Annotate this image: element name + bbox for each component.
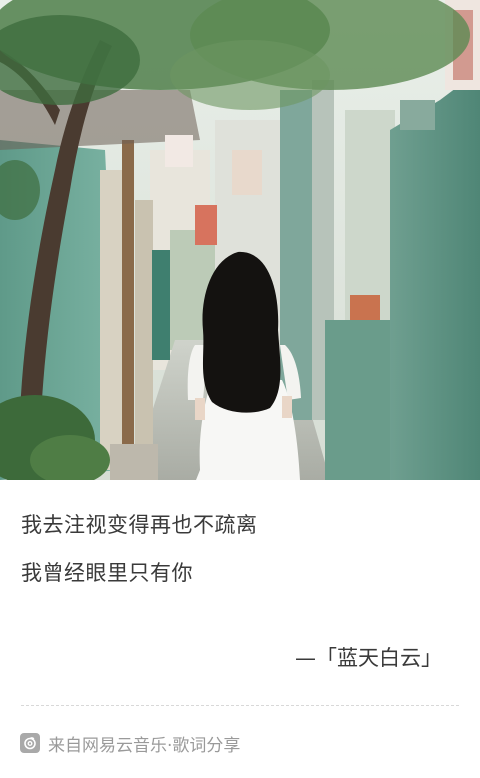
- dashed-divider: [21, 705, 459, 706]
- lyric-line: 我曾经眼里只有你: [21, 561, 193, 585]
- footer-source-text: 来自网易云音乐·歌词分享: [48, 735, 241, 756]
- lyric-line: 我去注视变得再也不疏离: [21, 513, 258, 537]
- lyric-share-card: 我去注视变得再也不疏离 我曾经眼里只有你 —「蓝天白云」 来自网易云音乐·歌词分…: [0, 0, 480, 778]
- netease-music-icon: [20, 733, 40, 753]
- song-attribution: —「蓝天白云」: [295, 646, 442, 670]
- footer: 来自网易云音乐·歌词分享: [20, 731, 241, 756]
- cover-photo: [0, 0, 480, 480]
